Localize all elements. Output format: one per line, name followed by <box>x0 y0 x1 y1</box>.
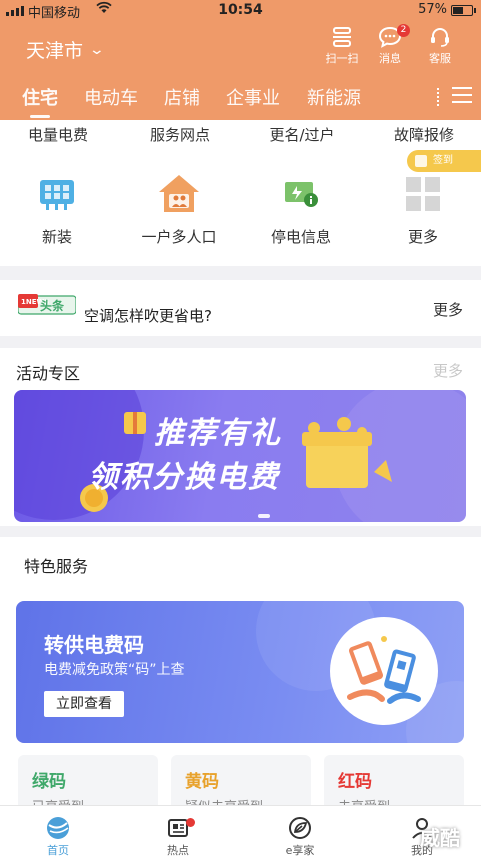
message-button[interactable]: 2 消息 <box>368 24 412 66</box>
service-button[interactable]: 客服 <box>418 26 462 66</box>
power-code-card[interactable]: 转供电费码 电费减免政策“码”上查 立即查看 <box>16 601 464 743</box>
clock: 10:54 <box>218 2 263 18</box>
banner-line2: 领积分换电费 <box>88 460 280 495</box>
menu-icon[interactable] <box>452 86 472 108</box>
tab-residential[interactable]: 住宅 <box>22 84 58 118</box>
activity-section: 活动专区 更多 推荐有礼 领积分换电费 <box>0 348 481 526</box>
card-title: 转供电费码 <box>44 633 144 657</box>
tab-enterprise[interactable]: 企事业 <box>226 84 280 110</box>
yellow-code-title: 黄码 <box>185 772 219 792</box>
tab-shop[interactable]: 店铺 <box>164 84 200 110</box>
services-panel: 电量电费 服务网点 更名/过户 故障报修 签到 新装 一户多人口 停电信息 更多 <box>0 120 481 266</box>
bottom-nav: 首页 热点 e享家 我的 <box>0 805 481 860</box>
nav-hot-label: 热点 <box>167 844 189 857</box>
nav-home-label: 首页 <box>47 844 69 857</box>
house-family-icon <box>159 175 199 212</box>
card-subtitle: 电费减免政策“码”上查 <box>44 662 185 678</box>
battery-percent: 57% <box>418 2 447 17</box>
watermark-text: 威酷 <box>420 826 460 850</box>
service-bill[interactable]: 电量电费 <box>8 124 108 145</box>
app-header: 天津市 ⌄ 扫一扫 2 消息 客服 住宅 电动车 店铺 企事业 新能源 <box>0 22 481 120</box>
nav-ehome-label: e享家 <box>285 844 315 857</box>
featured-services: 特色服务 转供电费码 电费减免政策“码”上查 立即查看 绿码 已享受到 <box>0 537 481 815</box>
meter-icon <box>40 180 74 210</box>
nav-home[interactable]: 首页 <box>18 814 98 858</box>
service-repair[interactable]: 故障报修 <box>374 124 474 145</box>
multi-person-label: 一户多人口 <box>141 228 217 246</box>
nav-ehome[interactable]: e享家 <box>260 814 340 858</box>
tab-divider <box>437 88 439 106</box>
signin-label: 签到 <box>433 155 453 166</box>
svg-text:头条: 头条 <box>40 298 65 313</box>
calendar-icon <box>415 155 427 167</box>
new-install-label: 新装 <box>41 228 72 246</box>
service-new-install[interactable]: 新装 <box>2 170 112 247</box>
view-now-button[interactable]: 立即查看 <box>44 691 124 717</box>
service-more[interactable]: 更多 <box>368 170 478 247</box>
featured-title: 特色服务 <box>24 557 89 576</box>
headline-news-logo: 1NEWS 头条 <box>18 294 76 315</box>
service-outlets[interactable]: 服务网点 <box>130 124 230 145</box>
referral-banner[interactable]: 推荐有礼 领积分换电费 <box>14 390 466 522</box>
service-outage-info[interactable]: 停电信息 <box>246 170 356 247</box>
service-rename[interactable]: 更名/过户 <box>252 124 352 145</box>
scan-icon <box>333 27 351 47</box>
city-name: 天津市 <box>26 40 84 62</box>
phone-payment-icon <box>347 636 421 704</box>
activity-title: 活动专区 <box>16 364 81 383</box>
home-globe-icon <box>47 817 69 839</box>
card-illustration <box>330 617 438 725</box>
outage-info-label: 停电信息 <box>270 228 331 246</box>
news-more-link[interactable]: 更多 <box>433 299 463 320</box>
chevron-down-icon: ⌄ <box>88 41 106 58</box>
city-selector[interactable]: 天津市 ⌄ <box>26 36 106 63</box>
notification-dot <box>186 818 195 827</box>
signin-button[interactable]: 签到 <box>407 150 481 172</box>
tab-new-energy[interactable]: 新能源 <box>307 84 361 110</box>
green-code-title: 绿码 <box>32 772 66 792</box>
battery-icon <box>451 5 476 16</box>
category-tabs: 住宅 电动车 店铺 企事业 新能源 <box>0 82 481 120</box>
service-label: 客服 <box>429 52 451 65</box>
news-ticker[interactable]: 1NEWS 头条 空调怎样吹更省电? 更多 <box>0 280 481 336</box>
tab-electric-vehicle[interactable]: 电动车 <box>84 84 138 110</box>
scan-button[interactable]: 扫一扫 <box>320 26 364 66</box>
scan-label: 扫一扫 <box>325 52 359 65</box>
more-grid-icon <box>406 177 440 211</box>
banner-line1: 推荐有礼 <box>154 416 282 451</box>
headset-icon <box>431 28 449 47</box>
service-multi-person[interactable]: 一户多人口 <box>124 170 234 247</box>
nav-hot[interactable]: 热点 <box>138 814 218 858</box>
message-label: 消息 <box>379 52 401 65</box>
power-outage-icon <box>285 182 318 207</box>
message-badge: 2 <box>397 24 410 37</box>
activity-more-link[interactable]: 更多 <box>433 360 463 381</box>
red-code-title: 红码 <box>338 772 372 792</box>
leaf-icon <box>289 817 311 839</box>
more-label: 更多 <box>407 228 438 246</box>
status-bar: 中国移动 10:54 57% <box>0 0 481 22</box>
news-headline[interactable]: 空调怎样吹更省电? <box>84 305 212 326</box>
